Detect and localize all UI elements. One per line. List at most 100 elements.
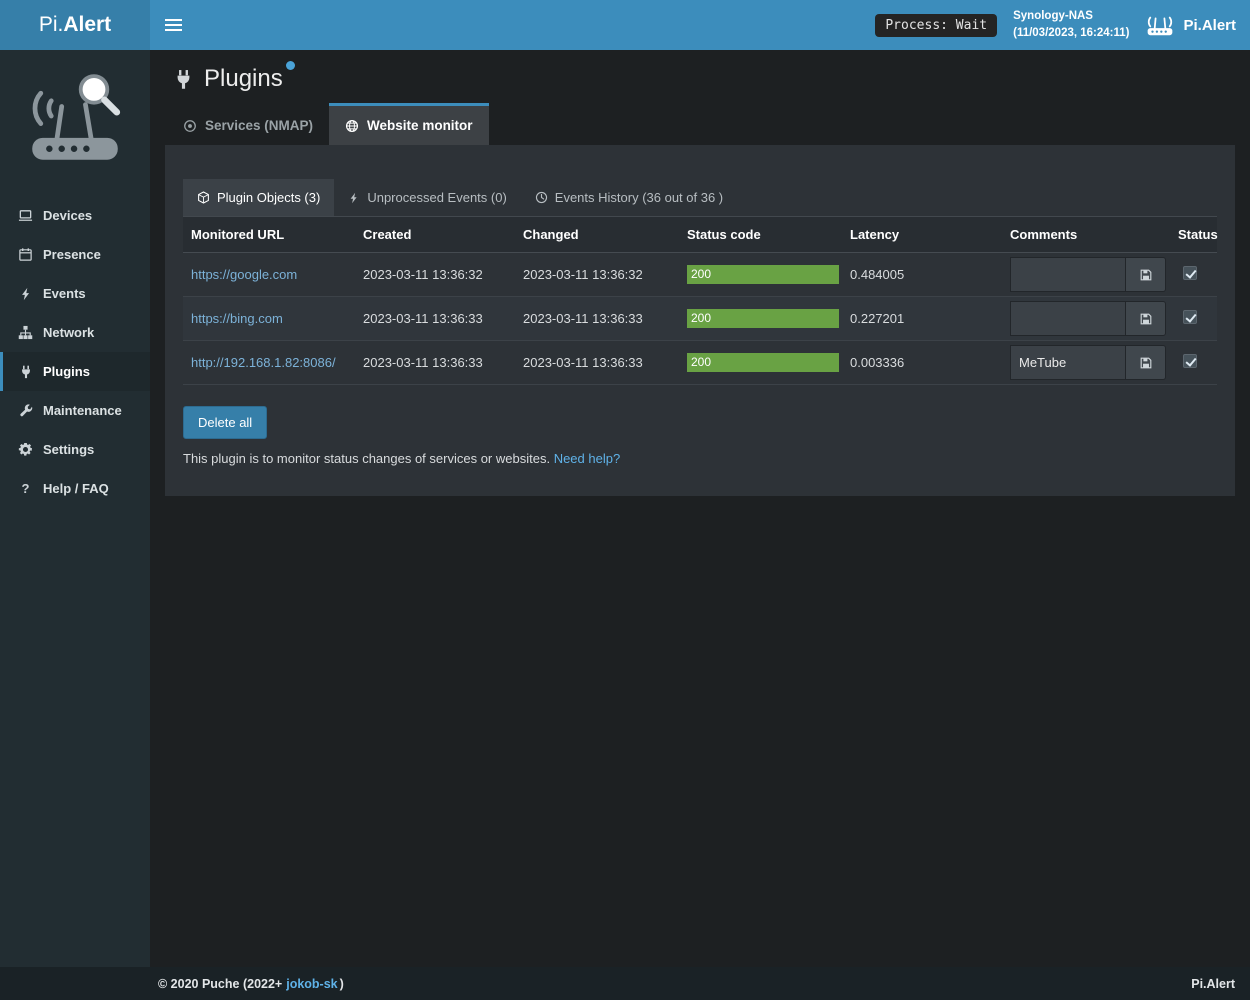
tab-label: Website monitor xyxy=(367,118,473,133)
sidebar-item-network[interactable]: Network xyxy=(0,313,150,352)
host-name: Synology-NAS xyxy=(1013,8,1129,25)
wrench-icon xyxy=(17,404,34,418)
app-root: Pi.Alert Process: Wait Synology-NAS (11/… xyxy=(0,0,1250,1000)
comment-input[interactable] xyxy=(1010,257,1126,292)
sidebar-item-presence[interactable]: Presence xyxy=(0,235,150,274)
tab-services-nmap[interactable]: Services (NMAP) xyxy=(167,103,329,145)
inner-tab-label: Events History (36 out of 36 ) xyxy=(555,190,723,205)
sidebar-item-help-faq[interactable]: ? Help / FAQ xyxy=(0,469,150,508)
page-title: Plugins xyxy=(204,65,283,93)
router-icon xyxy=(1145,14,1175,37)
bolt-icon xyxy=(348,192,360,204)
tab-website-monitor[interactable]: Website monitor xyxy=(329,103,489,145)
main-content: Plugins Services (NMAP) Website monitor … xyxy=(150,50,1250,967)
created-cell: 2023-03-11 13:36:32 xyxy=(355,253,515,297)
save-comment-button[interactable] xyxy=(1126,301,1166,336)
plugin-help-text: This plugin is to monitor status changes… xyxy=(183,451,1217,466)
comment-input-group xyxy=(1010,257,1166,292)
latency-cell: 0.003336 xyxy=(842,341,1002,385)
sidebar-item-maintenance[interactable]: Maintenance xyxy=(0,391,150,430)
sidebar-item-label: Settings xyxy=(43,442,94,457)
mid-region: Devices Presence Events Network Plugins xyxy=(0,50,1250,967)
status-code-bar: 200 xyxy=(687,353,839,372)
changed-cell: 2023-03-11 13:36:33 xyxy=(515,341,679,385)
website-monitor-panel: Plugin Objects (3) Unprocessed Events (0… xyxy=(165,145,1235,496)
table-body: https://google.com 2023-03-11 13:36:32 2… xyxy=(183,253,1217,385)
need-help-link[interactable]: Need help? xyxy=(554,451,621,466)
bolt-icon xyxy=(17,287,34,301)
host-info: Synology-NAS (11/03/2023, 16:24:11) xyxy=(1013,8,1129,41)
comment-input[interactable] xyxy=(1010,345,1126,380)
laptop-icon xyxy=(17,208,34,223)
tab-plugin-objects[interactable]: Plugin Objects (3) xyxy=(183,179,334,216)
col-status-code: Status code xyxy=(679,217,842,253)
comment-input-group xyxy=(1010,301,1166,336)
plugin-tabs: Services (NMAP) Website monitor xyxy=(165,103,1235,145)
save-icon xyxy=(1139,268,1153,282)
process-status-badge: Process: Wait xyxy=(875,14,997,37)
table-row: https://bing.com 2023-03-11 13:36:33 202… xyxy=(183,297,1217,341)
status-code-bar: 200 xyxy=(687,309,839,328)
col-status: Status xyxy=(1170,217,1217,253)
brand-logo[interactable]: Pi.Alert xyxy=(0,0,150,50)
col-monitored-url: Monitored URL xyxy=(183,217,355,253)
comment-input[interactable] xyxy=(1010,301,1126,336)
sidebar-toggle-button[interactable] xyxy=(150,0,196,50)
tab-events-history[interactable]: Events History (36 out of 36 ) xyxy=(521,179,737,216)
save-comment-button[interactable] xyxy=(1126,345,1166,380)
status-checkbox[interactable] xyxy=(1183,354,1197,368)
col-changed: Changed xyxy=(515,217,679,253)
gear-icon xyxy=(17,442,34,457)
navbar-right: Process: Wait Synology-NAS (11/03/2023, … xyxy=(875,8,1236,41)
question-icon: ? xyxy=(17,481,34,496)
navbar: Process: Wait Synology-NAS (11/03/2023, … xyxy=(150,0,1250,50)
sidebar-item-label: Maintenance xyxy=(43,403,122,418)
globe-icon xyxy=(345,119,359,133)
plug-icon xyxy=(17,365,34,379)
footer-app-label: Pi.Alert xyxy=(1191,977,1235,991)
clock-icon xyxy=(535,191,548,204)
created-cell: 2023-03-11 13:36:33 xyxy=(355,297,515,341)
footer-copyright: © 2020 Puche (2022+jokob-sk) xyxy=(158,977,344,991)
sidebar-item-devices[interactable]: Devices xyxy=(0,196,150,235)
col-comments: Comments xyxy=(1002,217,1170,253)
sidebar-item-label: Plugins xyxy=(43,364,90,379)
monitored-url-link[interactable]: https://google.com xyxy=(191,267,297,282)
comment-input-group xyxy=(1010,345,1166,380)
delete-all-button[interactable]: Delete all xyxy=(183,406,267,439)
sidebar-item-settings[interactable]: Settings xyxy=(0,430,150,469)
nmap-services-icon xyxy=(183,119,197,133)
save-comment-button[interactable] xyxy=(1126,257,1166,292)
sidebar-item-label: Presence xyxy=(43,247,101,262)
plugin-objects-table: Monitored URL Created Changed Status cod… xyxy=(183,217,1217,385)
col-created: Created xyxy=(355,217,515,253)
save-icon xyxy=(1139,312,1153,326)
status-code-bar: 200 xyxy=(687,265,839,284)
save-icon xyxy=(1139,356,1153,370)
sidebar-item-plugins[interactable]: Plugins xyxy=(0,352,150,391)
tab-label: Services (NMAP) xyxy=(205,118,313,133)
monitored-url-link[interactable]: http://192.168.1.82:8086/ xyxy=(191,355,336,370)
sidebar-menu: Devices Presence Events Network Plugins xyxy=(0,196,150,508)
title-info-badge[interactable] xyxy=(286,61,295,70)
cube-icon xyxy=(197,191,210,204)
status-checkbox[interactable] xyxy=(1183,266,1197,280)
network-icon xyxy=(17,325,34,340)
brand-bold: Alert xyxy=(63,13,111,37)
pialert-logo xyxy=(0,50,150,196)
sidebar-item-label: Network xyxy=(43,325,94,340)
author-link[interactable]: jokob-sk xyxy=(286,977,337,991)
navbar-app[interactable]: Pi.Alert xyxy=(1145,14,1236,37)
status-checkbox[interactable] xyxy=(1183,310,1197,324)
table-row: http://192.168.1.82:8086/ 2023-03-11 13:… xyxy=(183,341,1217,385)
tab-unprocessed-events[interactable]: Unprocessed Events (0) xyxy=(334,179,520,216)
monitored-url-link[interactable]: https://bing.com xyxy=(191,311,283,326)
navbar-app-label: Pi.Alert xyxy=(1183,17,1236,34)
sidebar-item-label: Devices xyxy=(43,208,92,223)
latency-cell: 0.484005 xyxy=(842,253,1002,297)
sidebar-item-events[interactable]: Events xyxy=(0,274,150,313)
sidebar-item-label: Help / FAQ xyxy=(43,481,109,496)
inner-tab-label: Plugin Objects (3) xyxy=(217,190,320,205)
col-latency: Latency xyxy=(842,217,1002,253)
inner-tabs: Plugin Objects (3) Unprocessed Events (0… xyxy=(183,179,1217,217)
